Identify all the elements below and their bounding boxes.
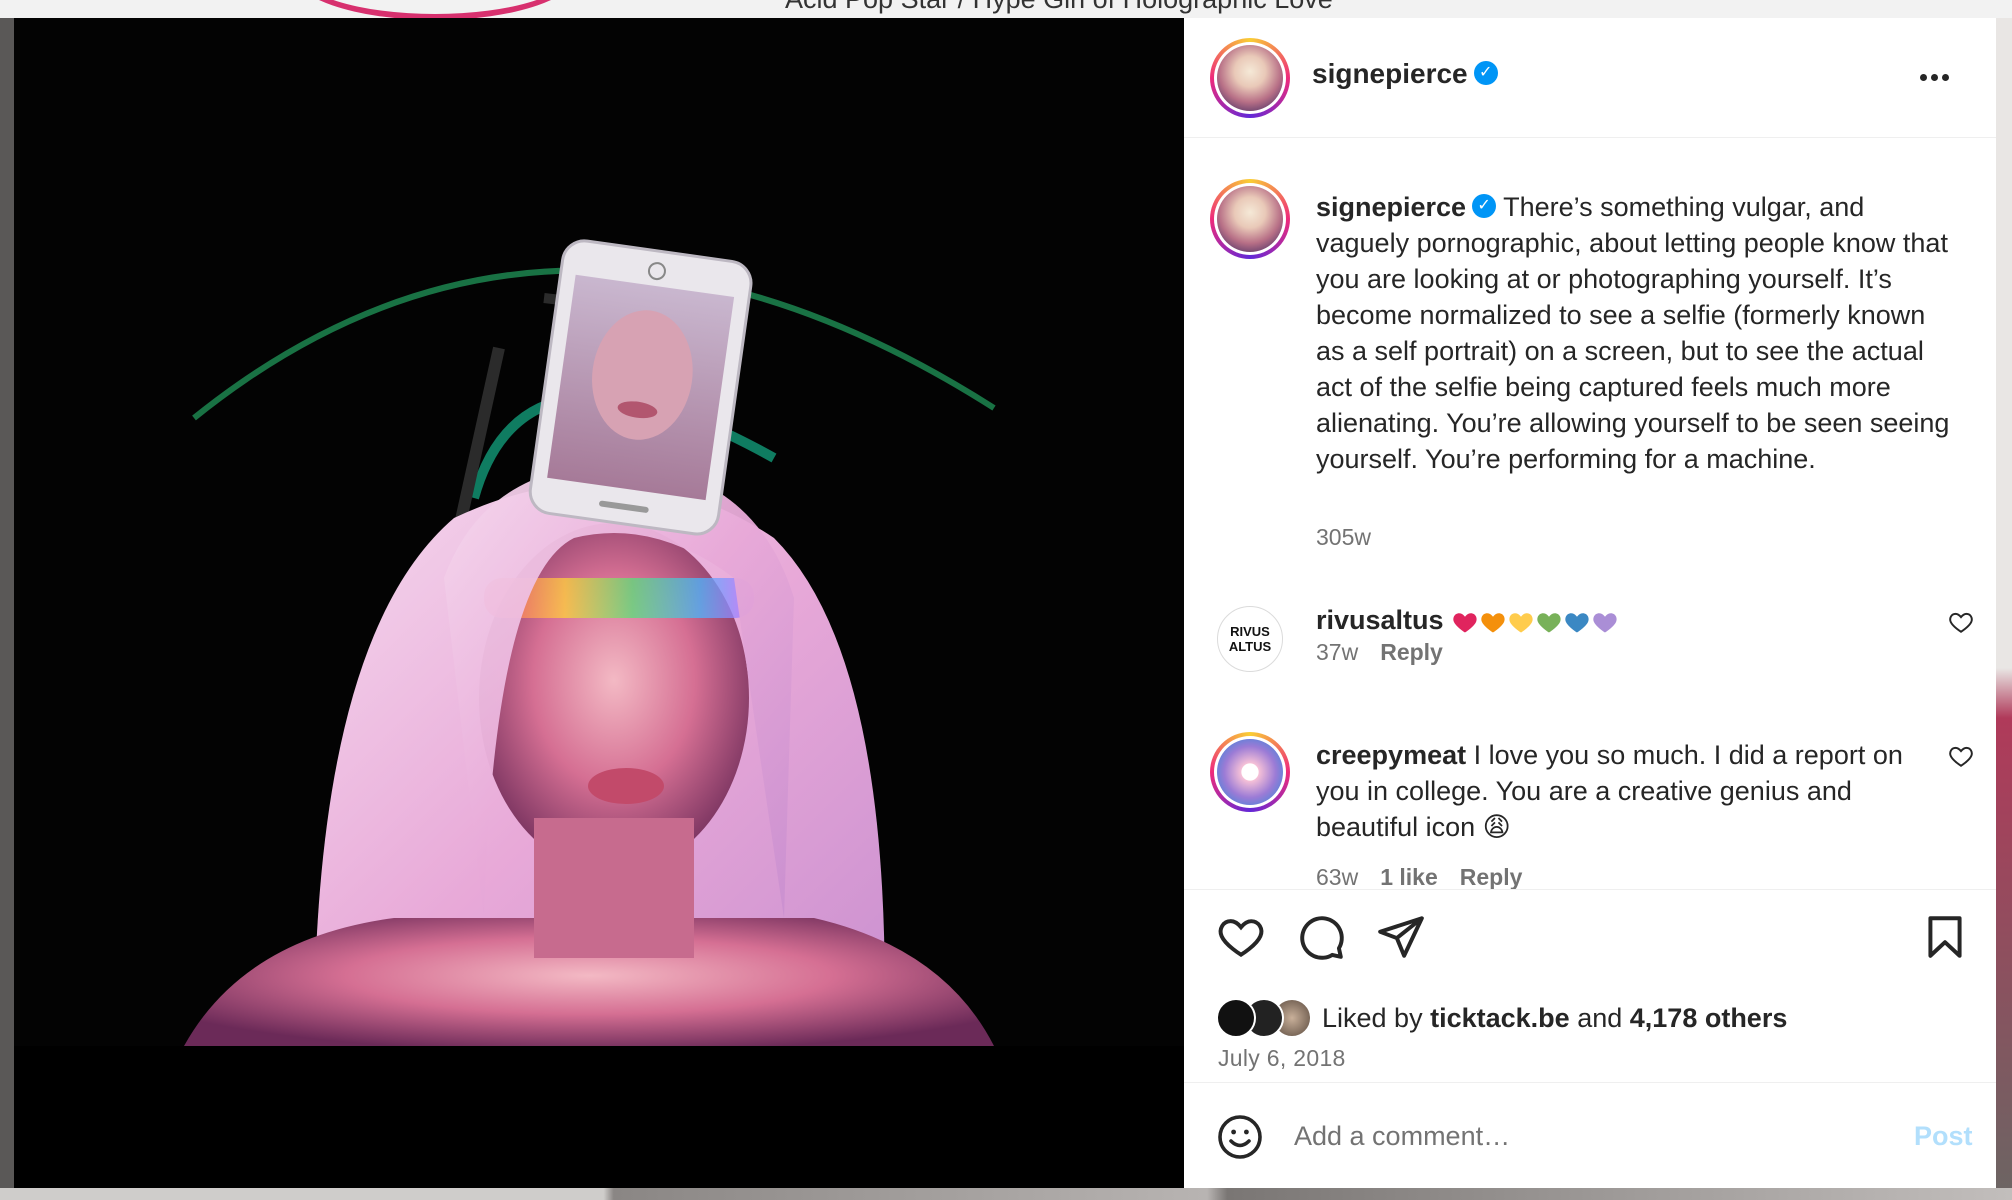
author-username[interactable]: signepierce ✓ [1312, 58, 1498, 90]
comment-meta: 63w 1 like Reply [1316, 864, 1544, 889]
comments-section[interactable]: signepierce ✓ There’s something vulgar, a… [1184, 139, 1996, 889]
comment-username[interactable]: rivusaltus [1316, 605, 1444, 635]
background-thumbnails [0, 1188, 2012, 1200]
post-date[interactable]: July 6, 2018 [1218, 1045, 1346, 1072]
comment-hearts-emoji [1451, 605, 1619, 635]
comment-meta: 37w Reply [1316, 639, 1465, 666]
add-comment-bar: Post [1184, 1082, 1996, 1188]
liked-by-others[interactable]: 4,178 others [1630, 1003, 1788, 1033]
liked-by-prefix: Liked by [1322, 1002, 1423, 1033]
heart-icon[interactable] [1216, 912, 1266, 962]
liked-by-user[interactable]: ticktack.be [1430, 1003, 1570, 1033]
comment-like-heart-icon[interactable] [1948, 609, 1974, 635]
post-comment-button[interactable]: Post [1914, 1121, 1973, 1152]
caption-meta: 305w [1316, 524, 1393, 551]
caption: signepierce ✓ There’s something vulgar, a… [1316, 189, 1956, 477]
comment-input[interactable] [1294, 1113, 1854, 1159]
bookmark-icon[interactable] [1920, 912, 1970, 962]
liked-by-and: and [1577, 1002, 1623, 1033]
caption-text: There’s something vulgar, and vaguely po… [1316, 192, 1950, 474]
comment-rivusaltus: rivusaltus [1316, 605, 1619, 636]
caption-author-avatar[interactable] [1210, 179, 1290, 259]
comment-username[interactable]: creepymeat [1316, 740, 1466, 770]
heart-emoji-icon [1453, 613, 1477, 633]
heart-emoji-icon [1565, 613, 1589, 633]
caption-username[interactable]: signepierce [1316, 192, 1466, 222]
post-media[interactable] [14, 18, 1184, 1188]
commenter-avatar-rivusaltus[interactable]: RIVUS ALTUS [1217, 606, 1283, 672]
post-modal: signepierce ✓ signepierce ✓ There’s someth… [14, 18, 1996, 1188]
heart-emoji-icon [1481, 613, 1505, 633]
verified-badge-icon: ✓ [1473, 60, 1498, 85]
reply-button[interactable]: Reply [1380, 639, 1443, 665]
caption-age[interactable]: 305w [1316, 524, 1371, 550]
reply-button[interactable]: Reply [1460, 864, 1523, 889]
likes-text[interactable]: Liked by ticktack.be and 4,178 others [1322, 1003, 1787, 1034]
verified-badge-icon: ✓ [1472, 193, 1497, 218]
background-title: Acid Pop Star / Hype Girl of Holographic… [785, 0, 1333, 15]
comment-age[interactable]: 63w [1316, 864, 1358, 889]
emoji-icon[interactable] [1216, 1113, 1264, 1161]
comment-icon[interactable] [1296, 912, 1346, 962]
comment-age[interactable]: 37w [1316, 639, 1358, 665]
liker-avatar[interactable] [1216, 998, 1256, 1038]
post-details-panel: signepierce ✓ signepierce ✓ There’s someth… [1184, 18, 1996, 1188]
post-actions: Liked by ticktack.be and 4,178 others Ju… [1184, 889, 1996, 1099]
post-header: signepierce ✓ [1184, 18, 1996, 138]
heart-emoji-icon [1509, 613, 1533, 633]
commenter-avatar-label: RIVUS ALTUS [1228, 624, 1272, 654]
commenter-avatar-creepymeat[interactable] [1210, 732, 1290, 812]
author-avatar[interactable] [1210, 38, 1290, 118]
comment-like-heart-icon[interactable] [1948, 743, 1974, 769]
comment-creepymeat: creepymeat I love you so much. I did a r… [1316, 737, 1926, 845]
more-options-icon[interactable] [1920, 68, 1964, 88]
share-icon[interactable] [1376, 912, 1426, 962]
background-strip [1996, 18, 2012, 1200]
background-avatar [290, 0, 580, 20]
heart-emoji-icon [1537, 613, 1561, 633]
heart-emoji-icon [1593, 613, 1617, 633]
background-header: Acid Pop Star / Hype Girl of Holographic… [0, 0, 2012, 20]
post-photo [14, 18, 1184, 1046]
author-username-text[interactable]: signepierce [1312, 58, 1468, 89]
comment-likes-count[interactable]: 1 like [1380, 864, 1438, 889]
likes-summary: Liked by ticktack.be and 4,178 others [1216, 997, 1787, 1039]
